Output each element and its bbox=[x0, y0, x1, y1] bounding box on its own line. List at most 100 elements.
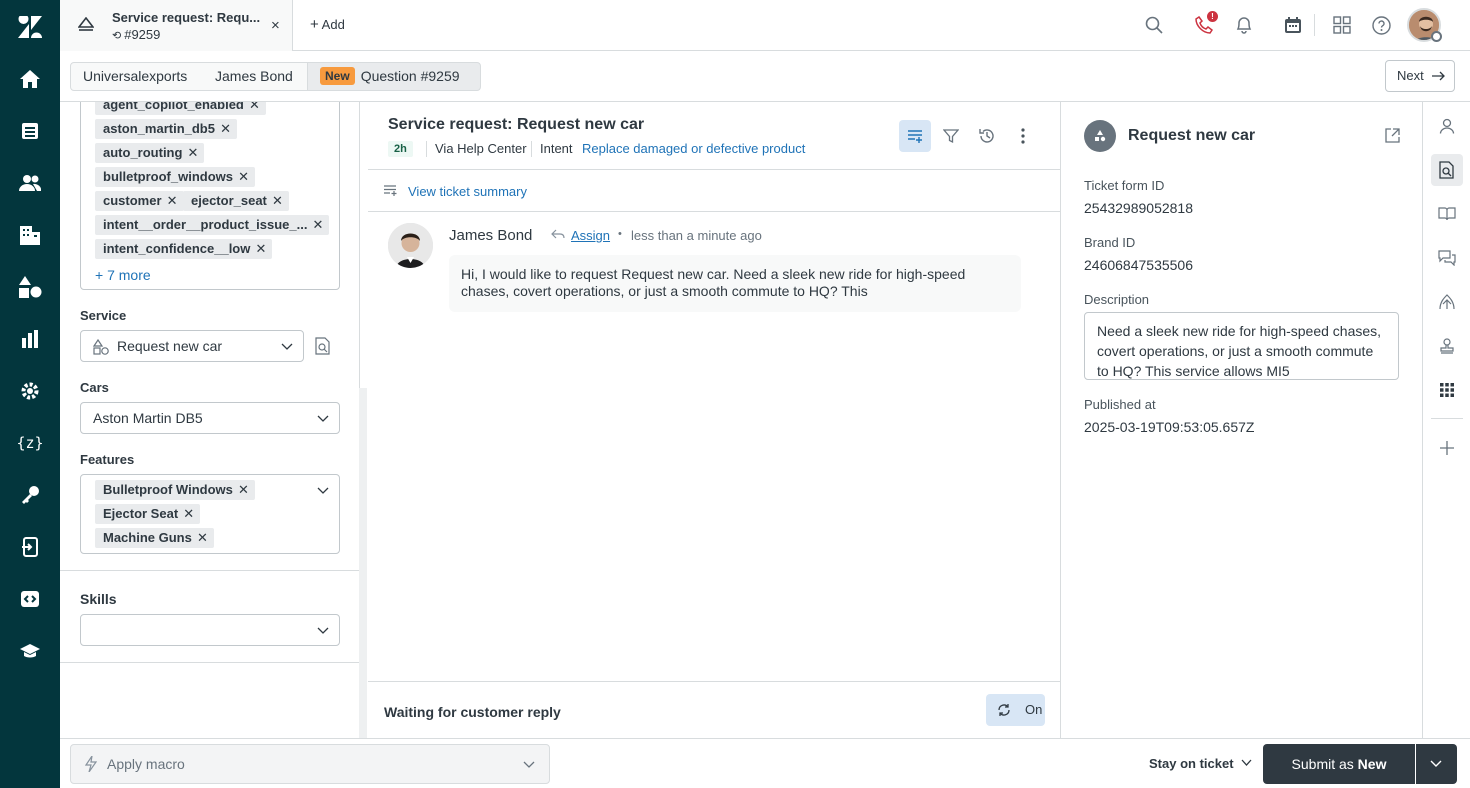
remove-feature-icon[interactable]: ✕ bbox=[197, 528, 208, 548]
service-details-icon[interactable] bbox=[314, 337, 332, 355]
remove-tag-icon[interactable]: ✕ bbox=[249, 102, 260, 115]
add-tab-button[interactable]: + Add bbox=[310, 16, 345, 33]
zendesk-logo-icon[interactable] bbox=[15, 12, 45, 42]
user-profile-icon[interactable] bbox=[1431, 110, 1463, 142]
tag-chip[interactable]: aston_martin_db5 ✕ bbox=[95, 119, 237, 139]
feature-chip[interactable]: Machine Guns ✕ bbox=[95, 528, 214, 548]
context-rail bbox=[1422, 102, 1470, 738]
more-tags-link[interactable]: + 7 more bbox=[95, 267, 151, 283]
home-icon[interactable] bbox=[15, 64, 45, 94]
assign-link[interactable]: Assign bbox=[571, 228, 610, 243]
search-icon[interactable] bbox=[1142, 13, 1166, 37]
meta-divider bbox=[426, 141, 427, 157]
tag-chip[interactable]: auto_routing ✕ bbox=[95, 143, 205, 163]
talk-phone-icon[interactable]: ! bbox=[1192, 11, 1218, 37]
add-app-plus-icon[interactable] bbox=[1431, 432, 1463, 464]
views-icon[interactable] bbox=[15, 116, 45, 146]
side-conversation-icon[interactable] bbox=[1431, 286, 1463, 318]
message-body: Hi, I would like to request Request new … bbox=[449, 255, 1021, 312]
feature-chip[interactable]: Bulletproof Windows ✕ bbox=[95, 480, 255, 500]
tag-label: auto_routing bbox=[103, 145, 183, 160]
help-icon[interactable] bbox=[1369, 13, 1393, 37]
section-divider bbox=[60, 662, 359, 663]
tag-label: bulletproof_windows bbox=[103, 169, 233, 184]
sign-in-icon[interactable] bbox=[15, 532, 45, 562]
author-avatar[interactable] bbox=[388, 223, 433, 268]
calendar-icon[interactable] bbox=[1281, 13, 1305, 37]
brand-id-label: Brand ID bbox=[1084, 235, 1136, 250]
description-field[interactable]: Need a sleek new ride for high-speed cha… bbox=[1084, 312, 1399, 380]
service-select[interactable]: Request new car bbox=[80, 330, 304, 362]
left-panel-scrollbar[interactable] bbox=[359, 388, 367, 738]
reporting-icon[interactable] bbox=[15, 324, 45, 354]
close-tab-icon[interactable]: × bbox=[271, 17, 280, 34]
more-options-icon[interactable] bbox=[1007, 120, 1039, 152]
product-tray-icon[interactable] bbox=[1330, 13, 1354, 37]
remove-tag-icon[interactable]: ✕ bbox=[272, 191, 283, 211]
add-label: Add bbox=[321, 17, 345, 32]
tag-chip[interactable]: bulletproof_windows ✕ bbox=[95, 167, 255, 187]
submit-button[interactable]: Submit as New bbox=[1263, 744, 1415, 784]
crumb-ticket[interactable]: New Question #9259 bbox=[307, 62, 481, 91]
intent-label: Intent bbox=[540, 141, 573, 156]
author-name[interactable]: James Bond bbox=[449, 227, 532, 244]
cars-select[interactable]: Aston Martin DB5 bbox=[80, 402, 340, 434]
objects-icon[interactable] bbox=[15, 272, 45, 302]
tag-chip[interactable]: ejector_seat ✕ bbox=[183, 191, 289, 211]
customers-icon[interactable] bbox=[15, 168, 45, 198]
code-icon[interactable] bbox=[15, 584, 45, 614]
feature-label: Ejector Seat bbox=[103, 506, 179, 521]
conversation-log-icon[interactable] bbox=[899, 120, 931, 152]
ticket-tab[interactable]: Service request: Requ... ⟲ #9259 × bbox=[60, 0, 293, 51]
tab-ticket-number: ⟲ #9259 bbox=[112, 27, 160, 42]
apps-z-icon[interactable]: {z} bbox=[15, 428, 45, 458]
ticket-header: Service request: Request new car 2h Via … bbox=[368, 102, 1061, 170]
service-details-rail-icon[interactable] bbox=[1431, 154, 1463, 186]
feature-chip[interactable]: Ejector Seat ✕ bbox=[95, 504, 201, 524]
academy-cap-icon[interactable] bbox=[15, 636, 45, 666]
open-external-icon[interactable] bbox=[1385, 128, 1400, 143]
remove-tag-icon[interactable]: ✕ bbox=[313, 215, 324, 235]
history-icon[interactable] bbox=[971, 120, 1003, 152]
stay-on-ticket-menu[interactable]: Stay on ticket bbox=[1149, 756, 1252, 771]
remove-tag-icon[interactable]: ✕ bbox=[188, 143, 199, 163]
remove-tag-icon[interactable]: ✕ bbox=[255, 239, 266, 259]
features-multiselect[interactable]: Bulletproof Windows ✕ Ejector Seat ✕ Machi… bbox=[80, 474, 340, 554]
tag-label: intent_confidence__low bbox=[103, 241, 251, 256]
crumb-organization[interactable]: Universalexports bbox=[70, 62, 204, 91]
filter-icon[interactable] bbox=[935, 120, 967, 152]
remove-tag-icon[interactable]: ✕ bbox=[220, 119, 231, 139]
remove-feature-icon[interactable]: ✕ bbox=[183, 504, 194, 524]
tag-chip[interactable]: intent_confidence__low ✕ bbox=[95, 239, 273, 259]
conversations-icon[interactable] bbox=[1431, 242, 1463, 274]
tag-label: agent_copilot_enabled bbox=[103, 102, 244, 112]
apps-grid-icon[interactable] bbox=[1431, 374, 1463, 406]
organizations-icon[interactable] bbox=[15, 220, 45, 250]
tag-chip[interactable]: customer ✕ bbox=[95, 191, 184, 211]
next-button[interactable]: Next bbox=[1385, 60, 1455, 92]
remove-tag-icon[interactable]: ✕ bbox=[167, 191, 178, 211]
notifications-bell-icon[interactable] bbox=[1232, 13, 1256, 37]
admin-gear-icon[interactable] bbox=[15, 376, 45, 406]
remove-feature-icon[interactable]: ✕ bbox=[238, 480, 249, 500]
view-summary-link[interactable]: View ticket summary bbox=[408, 184, 527, 199]
age-badge: 2h bbox=[388, 141, 413, 157]
follow-up-toggle[interactable]: On bbox=[986, 694, 1045, 726]
knowledge-book-icon[interactable] bbox=[1431, 198, 1463, 230]
tag-label: customer bbox=[103, 193, 162, 208]
intent-value[interactable]: Replace damaged or defective product bbox=[582, 141, 805, 156]
skills-select[interactable] bbox=[80, 614, 340, 646]
remove-tag-icon[interactable]: ✕ bbox=[238, 167, 249, 187]
submit-options-button[interactable] bbox=[1416, 744, 1457, 784]
apply-macro-field[interactable]: Apply macro bbox=[70, 744, 550, 784]
macro-placeholder: Apply macro bbox=[107, 756, 185, 772]
key-icon[interactable] bbox=[15, 480, 45, 510]
tags-field[interactable]: agent_copilot_enabled ✕ aston_martin_db5 ✕… bbox=[80, 102, 340, 290]
published-value: 2025-03-19T09:53:05.657Z bbox=[1084, 419, 1255, 435]
crumb-requester[interactable]: James Bond bbox=[203, 62, 308, 91]
ticket-summary-bar: View ticket summary bbox=[368, 171, 1061, 212]
approval-stamp-icon[interactable] bbox=[1431, 330, 1463, 362]
tag-chip[interactable]: agent_copilot_enabled ✕ bbox=[95, 102, 266, 115]
bottom-toolbar: Apply macro Stay on ticket Submit as New bbox=[60, 738, 1470, 788]
tag-chip[interactable]: intent__order__product_issue_... ✕ bbox=[95, 215, 330, 235]
